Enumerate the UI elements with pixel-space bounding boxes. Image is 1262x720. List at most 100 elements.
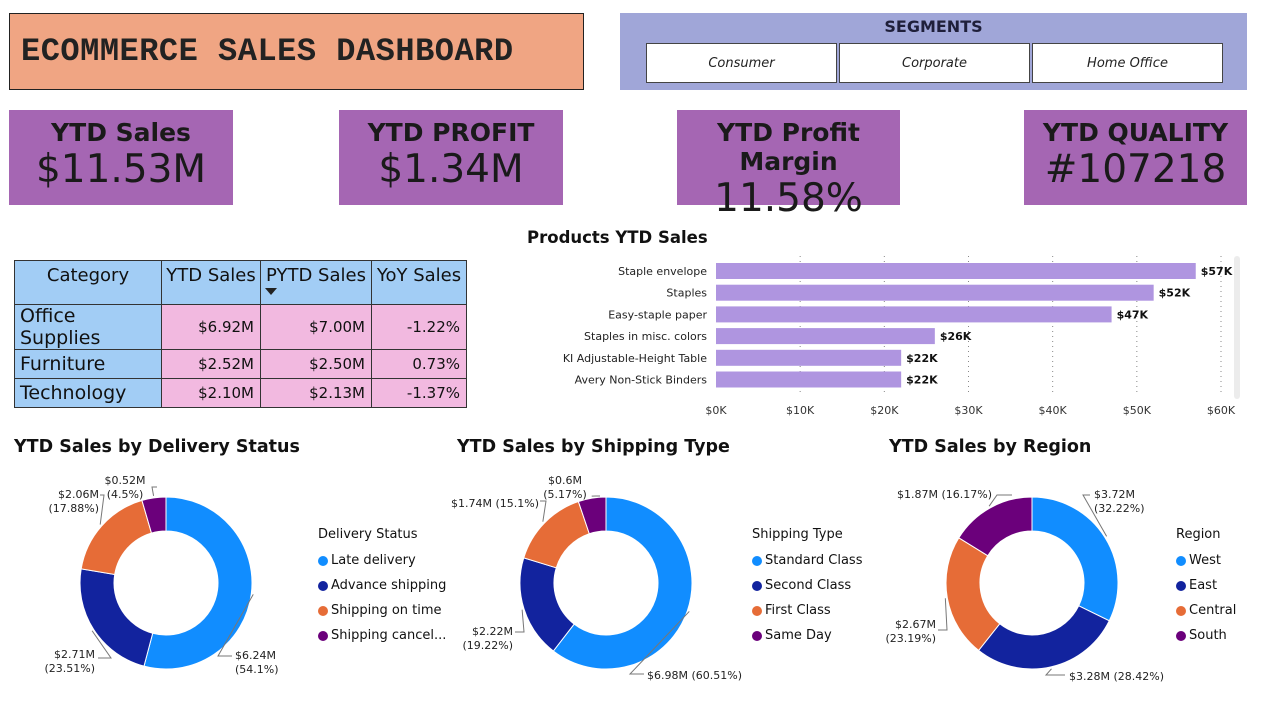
legend-label: South [1189, 628, 1227, 643]
legend-label: East [1189, 578, 1218, 593]
legend-marker [1176, 605, 1186, 616]
legend-item-late-delivery[interactable]: Late delivery [318, 548, 446, 573]
delivery-status-donut-chart: $6.24M(54.1%) $2.71M(23.51%) $2.06M(17.88%… [44, 474, 279, 676]
donut-data-label: $1.74M (15.1%) [451, 497, 539, 510]
dashboard-title: ECOMMERCE SALES DASHBOARD [21, 33, 514, 70]
donut-data-label: $0.6M [548, 474, 582, 487]
leader-line [1044, 668, 1065, 676]
leader-line [938, 598, 948, 631]
bar-data-label: $47K [1117, 308, 1149, 321]
legend-label: Late delivery [331, 553, 416, 568]
pytd-sales-cell: $7.00M [260, 304, 372, 350]
category-sales-table: Category YTD Sales PYTD Sales YoY Sales … [14, 260, 467, 408]
legend-label: West [1189, 553, 1221, 568]
legend-item-same-day[interactable]: Same Day [752, 623, 862, 648]
legend-item-south[interactable]: South [1176, 623, 1236, 648]
table-row: Technology $2.10M $2.13M -1.37% [14, 378, 467, 408]
x-tick-label: $40K [1039, 404, 1068, 417]
segments-slicer: SEGMENTS Consumer Corporate Home Office [620, 13, 1247, 90]
bar [716, 263, 1196, 279]
table-row: Furniture $2.52M $2.50M 0.73% [14, 349, 467, 379]
donut-data-label: (54.1%) [235, 663, 279, 676]
x-tick-label: $30K [954, 404, 983, 417]
bar-category-label: Avery Non-Stick Binders [575, 374, 708, 387]
legend-marker [318, 605, 328, 616]
scrollbar-track[interactable] [1234, 256, 1240, 399]
bar-data-label: $22K [906, 352, 938, 365]
ytd-sales-cell: $6.92M [161, 304, 261, 350]
donut-slice-first-class [523, 500, 590, 569]
ytd-sales-cell: $2.10M [161, 378, 261, 408]
kpi-value: $11.53M [35, 147, 207, 192]
shipping-type-donut-chart: $6.98M (60.51%) $2.22M(19.22%) $1.74M (15.… [451, 474, 742, 682]
segments-title: SEGMENTS [884, 17, 983, 36]
donut-data-label: $2.71M [54, 648, 95, 661]
legend-marker [752, 555, 762, 566]
column-header-category[interactable]: Category [14, 260, 162, 305]
kpi-value: 11.58% [714, 176, 863, 221]
kpi-label: YTD QUALITY [1042, 118, 1229, 147]
bar [716, 284, 1154, 301]
donut-slice-west [1031, 496, 1119, 622]
delivery-status-title: YTD Sales by Delivery Status [14, 437, 300, 457]
delivery-status-legend: Delivery Status Late delivery Advance shi… [318, 527, 446, 648]
pytd-sales-cell: $2.50M [260, 349, 372, 379]
legend-marker [752, 630, 762, 641]
column-header-ytd-sales[interactable]: YTD Sales [161, 260, 261, 305]
kpi-card-ytd-profit-margin: YTD Profit Margin 11.58% [677, 110, 900, 221]
segment-corporate-button[interactable]: Corporate [839, 43, 1030, 83]
column-header-yoy-sales[interactable]: YoY Sales [371, 260, 467, 305]
column-header-pytd-label: PYTD Sales [266, 265, 366, 286]
bar-category-label: KI Adjustable-Height Table [563, 352, 707, 365]
bar-category-label: Staples in misc. colors [584, 330, 707, 343]
kpi-card-ytd-sales: YTD Sales $11.53M [9, 110, 233, 205]
legend-marker [318, 555, 328, 566]
legend-item-standard-class[interactable]: Standard Class [752, 548, 862, 573]
donut-data-label: $6.24M [235, 649, 276, 662]
bar [716, 328, 935, 345]
donut-slice-central [945, 537, 1001, 652]
region-title: YTD Sales by Region [889, 437, 1092, 457]
legend-item-first-class[interactable]: First Class [752, 598, 862, 623]
legend-marker [1176, 630, 1186, 641]
legend-marker [752, 580, 762, 591]
bar-data-label: $22K [906, 374, 938, 387]
kpi-value: $1.34M [378, 147, 524, 192]
bar-category-label: Staple envelope [618, 265, 707, 278]
bar-data-label: $57K [1201, 265, 1233, 278]
legend-item-shipping-on-time[interactable]: Shipping on time [318, 598, 446, 623]
yoy-sales-cell: -1.22% [371, 304, 467, 350]
column-header-pytd-sales[interactable]: PYTD Sales [260, 260, 372, 305]
legend-item-west[interactable]: West [1176, 548, 1236, 573]
donut-slice-east [977, 605, 1110, 670]
legend-label: Second Class [765, 578, 852, 593]
legend-title: Region [1176, 527, 1221, 542]
segment-home-office-button[interactable]: Home Office [1032, 43, 1223, 83]
donut-data-label: (17.88%) [48, 502, 99, 515]
bar-data-label: $26K [940, 330, 972, 343]
legend-item-east[interactable]: East [1176, 573, 1236, 598]
legend-item-shipping-cancel[interactable]: Shipping cancel... [318, 623, 446, 648]
legend-marker [1176, 555, 1186, 566]
legend-item-advance-shipping[interactable]: Advance shipping [318, 573, 446, 598]
x-tick-label: $20K [870, 404, 899, 417]
legend-marker [1176, 580, 1186, 591]
legend-label: Shipping cancel... [331, 628, 447, 643]
donut-data-label: $2.67M [895, 618, 936, 631]
bar [716, 306, 1112, 323]
bar [716, 371, 902, 388]
legend-title: Delivery Status [318, 527, 418, 542]
segment-consumer-button[interactable]: Consumer [646, 43, 837, 83]
donut-data-label: (19.22%) [462, 639, 513, 652]
legend-label: Same Day [765, 628, 832, 643]
leader-line [515, 609, 525, 633]
donut-data-label: $3.72M [1094, 488, 1135, 501]
legend-marker [318, 580, 328, 591]
kpi-card-ytd-profit: YTD PROFIT $1.34M [339, 110, 563, 205]
kpi-label: YTD PROFIT [367, 118, 535, 147]
legend-item-central[interactable]: Central [1176, 598, 1236, 623]
bar [716, 349, 902, 366]
x-tick-label: $0K [705, 404, 727, 417]
category-cell: Technology [14, 378, 162, 408]
legend-item-second-class[interactable]: Second Class [752, 573, 862, 598]
